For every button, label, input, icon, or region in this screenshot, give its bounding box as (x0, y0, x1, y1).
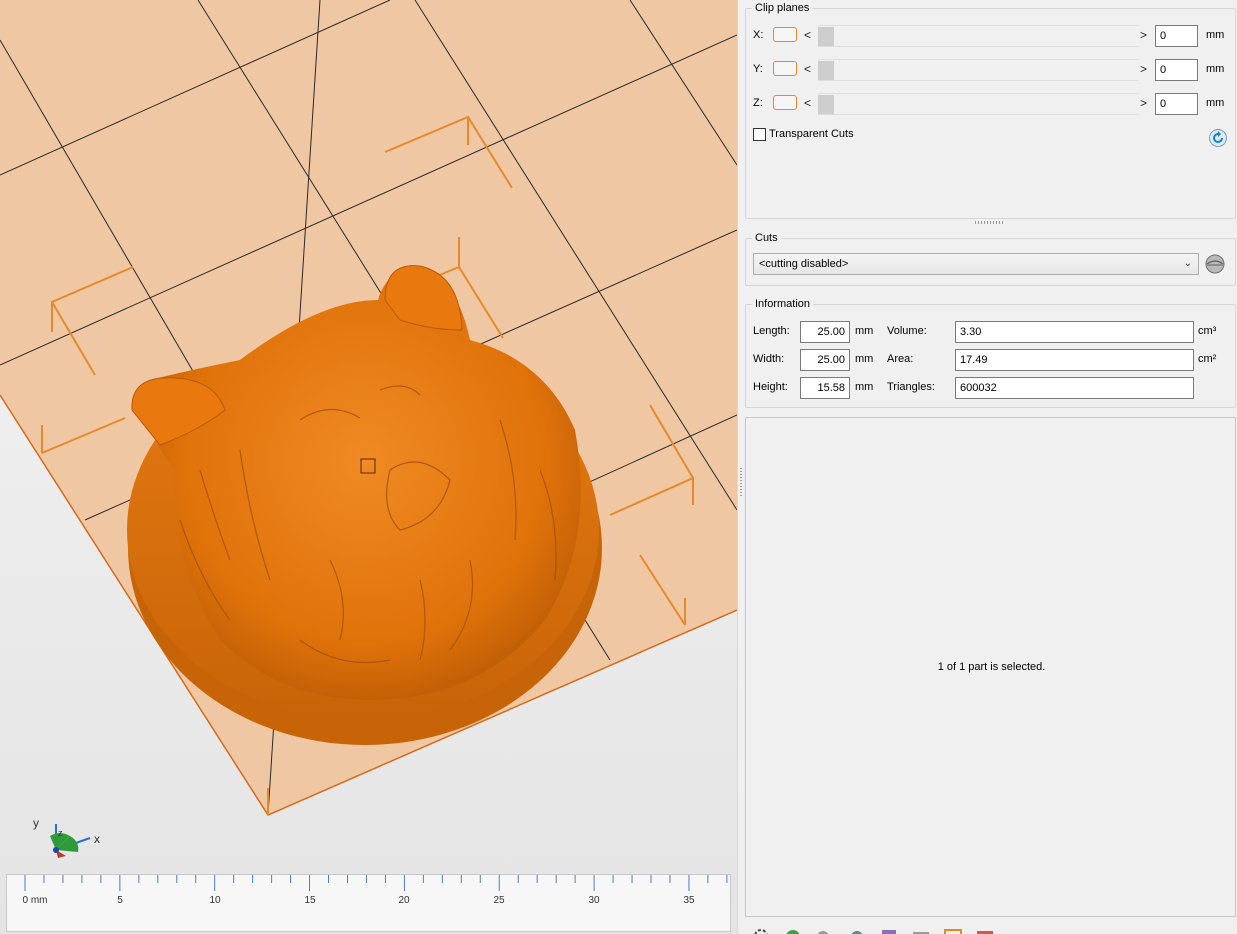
printer-icon[interactable] (911, 926, 931, 934)
width-field[interactable] (800, 349, 850, 371)
clip-plane-x-toggle-icon[interactable] (773, 27, 797, 42)
clip-row-y: Y: < > mm (752, 59, 1232, 81)
ruler-label-20: 20 (398, 895, 410, 906)
clip-planes-title: Clip planes (752, 2, 813, 14)
axis-label-y: y (33, 816, 39, 830)
clip-y-increase-button[interactable]: > (1140, 62, 1147, 76)
calendar-icon[interactable] (975, 926, 995, 934)
width-label: Width: (753, 353, 785, 365)
information-group: Information Length: mm Width: mm Height:… (745, 298, 1236, 408)
settings-gear-icon[interactable] (751, 926, 771, 934)
frame-icon[interactable] (943, 926, 963, 934)
height-label: Height: (753, 381, 788, 393)
ruler-label-0: 0 mm (22, 895, 48, 906)
ruler-label-10: 10 (209, 895, 221, 906)
volume-label: Volume: (887, 325, 927, 337)
clip-axis-label-z: Z: (753, 97, 763, 109)
clip-z-decrease-button[interactable]: < (804, 96, 811, 110)
cuts-title: Cuts (752, 232, 781, 244)
clip-z-slider-thumb[interactable] (818, 95, 834, 114)
parts-list-area[interactable]: 1 of 1 part is selected. (745, 417, 1236, 917)
length-unit: mm (855, 325, 874, 337)
clip-x-value-input[interactable] (1155, 25, 1198, 47)
properties-panel: Clip planes X: < > mm Y: < > mm Z: (745, 0, 1237, 934)
clip-plane-y-toggle-icon[interactable] (773, 61, 797, 76)
clip-y-slider-thumb[interactable] (818, 61, 834, 80)
clip-y-unit: mm (1206, 63, 1225, 75)
clip-z-unit: mm (1206, 97, 1225, 109)
information-title: Information (752, 298, 814, 310)
ruler-label-25: 25 (493, 895, 505, 906)
scene-canvas[interactable] (0, 0, 737, 874)
ruler-ticks (24, 875, 728, 891)
clip-plane-z-toggle-icon[interactable] (773, 95, 797, 110)
length-label: Length: (753, 325, 790, 337)
measurement-ruler: 0 mm 5 10 15 20 25 30 35 (6, 874, 731, 932)
selection-status: 1 of 1 part is selected. (937, 661, 1046, 673)
app-window: y z x 0 mm 5 10 15 20 25 30 35 Clip plan… (0, 0, 1237, 934)
transparent-cuts-label[interactable]: Transparent Cuts (769, 128, 854, 140)
clip-y-value-input[interactable] (1155, 59, 1198, 81)
teal-sphere-icon[interactable] (847, 926, 867, 934)
axes-indicator: y z x (28, 812, 108, 862)
length-field[interactable] (800, 321, 850, 343)
panel-splitter[interactable] (737, 0, 745, 934)
clip-row-x: X: < > mm (752, 25, 1232, 47)
chevron-down-icon: ⌄ (1183, 258, 1192, 269)
clip-y-slider[interactable] (818, 59, 1138, 81)
group-resize-grip[interactable] (975, 221, 1005, 224)
ruler-label-30: 30 (588, 895, 600, 906)
volume-field[interactable] (955, 321, 1194, 343)
axis-label-x: x (94, 832, 100, 846)
area-unit: cm² (1198, 353, 1217, 365)
cuts-dropdown-value: <cutting disabled> (759, 258, 849, 270)
triangles-label: Triangles: (887, 381, 935, 393)
cut-tool-icon[interactable] (1203, 252, 1227, 276)
clip-axis-label-y: Y: (753, 63, 763, 75)
report-icon[interactable] (879, 926, 899, 934)
clip-x-slider[interactable] (818, 25, 1138, 47)
ruler-label-5: 5 (117, 895, 123, 906)
reset-clip-icon[interactable] (1208, 128, 1228, 148)
height-field[interactable] (800, 377, 850, 399)
transparent-cuts-checkbox[interactable] (753, 128, 766, 141)
clip-row-z: Z: < > mm (752, 93, 1232, 115)
volume-unit: cm³ (1198, 325, 1217, 337)
green-sphere-icon[interactable] (783, 926, 803, 934)
ruler-label-35: 35 (683, 895, 695, 906)
height-unit: mm (855, 381, 874, 393)
clip-x-unit: mm (1206, 29, 1225, 41)
clip-planes-group: Clip planes X: < > mm Y: < > mm Z: (745, 2, 1236, 219)
width-unit: mm (855, 353, 874, 365)
area-label: Area: (887, 353, 914, 365)
clip-axis-label-x: X: (753, 29, 764, 41)
clip-z-value-input[interactable] (1155, 93, 1198, 115)
grey-sphere-icon[interactable] (815, 926, 835, 934)
clip-x-slider-thumb[interactable] (818, 27, 834, 46)
area-field[interactable] (955, 349, 1194, 371)
cuts-group: Cuts <cutting disabled> ⌄ (745, 232, 1236, 286)
clip-z-increase-button[interactable]: > (1140, 96, 1147, 110)
cuts-dropdown[interactable]: <cutting disabled> ⌄ (753, 253, 1199, 275)
triangles-field[interactable] (955, 377, 1194, 399)
ruler-label-15: 15 (304, 895, 316, 906)
clip-z-slider[interactable] (818, 93, 1138, 115)
clip-y-decrease-button[interactable]: < (804, 62, 811, 76)
bottom-toolbar (745, 918, 1236, 934)
clip-x-decrease-button[interactable]: < (804, 28, 811, 42)
3d-viewport[interactable]: y z x 0 mm 5 10 15 20 25 30 35 (0, 0, 737, 934)
clip-x-increase-button[interactable]: > (1140, 28, 1147, 42)
axis-label-z: z (58, 828, 63, 838)
splitter-grip[interactable] (740, 468, 742, 498)
